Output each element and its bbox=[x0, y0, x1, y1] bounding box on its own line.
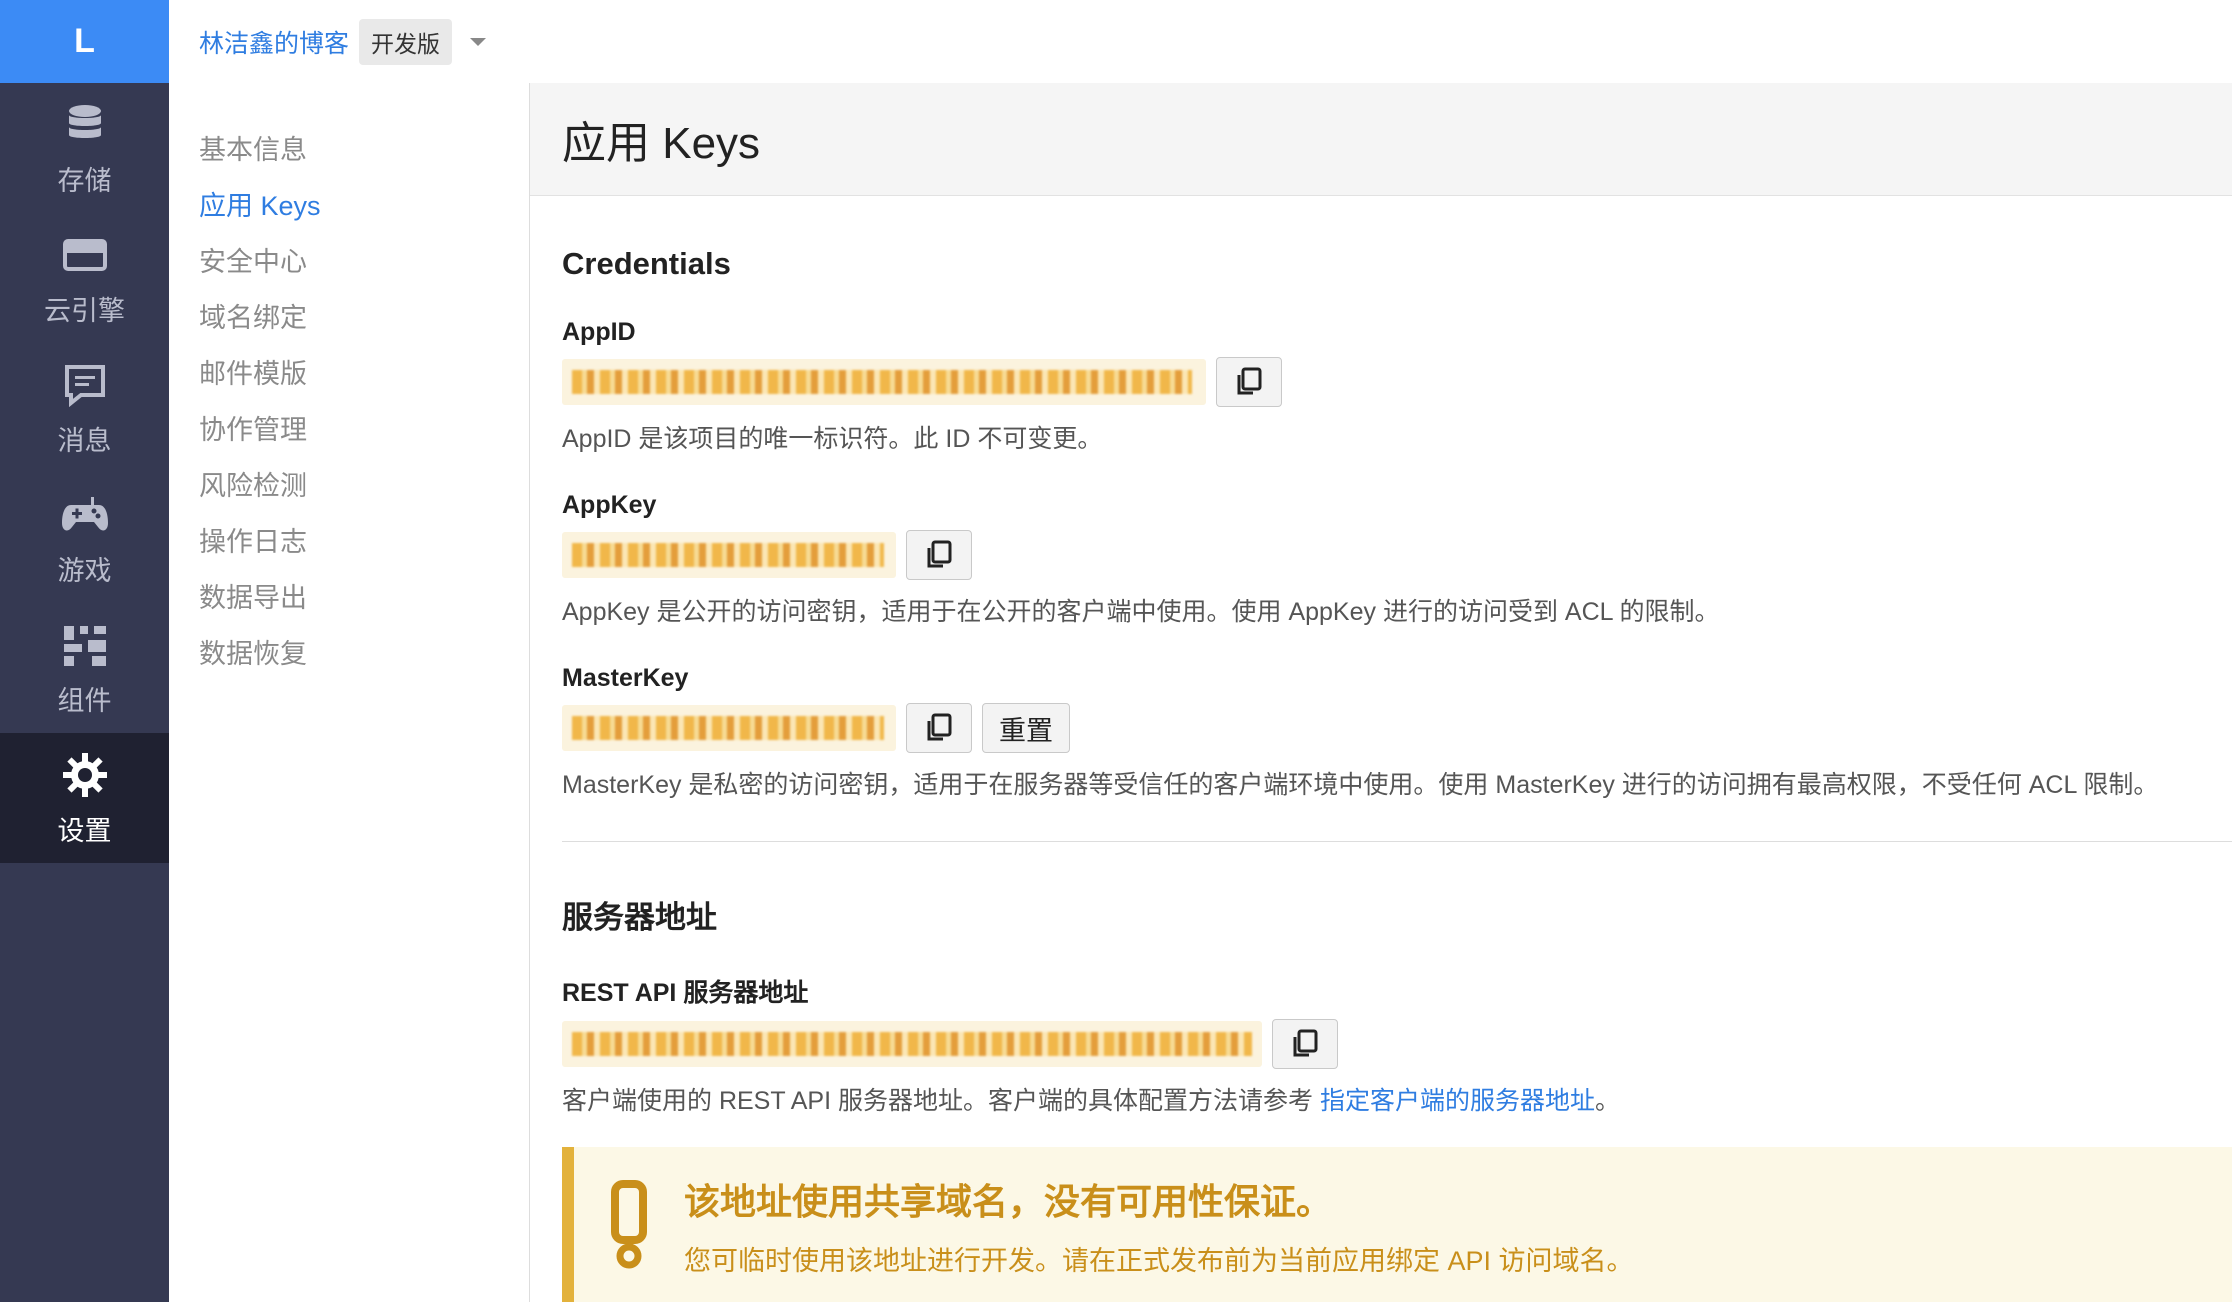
shared-domain-warning: 该地址使用共享域名，没有可用性保证。 您可临时使用该地址进行开发。请在正式发布前… bbox=[562, 1147, 2232, 1302]
rest-api-row bbox=[562, 1019, 2200, 1069]
appid-help: AppID 是该项目的唯一标识符。此 ID 不可变更。 bbox=[562, 425, 1103, 453]
rail-item-storage[interactable]: 存储 bbox=[0, 83, 169, 213]
chevron-down-icon[interactable] bbox=[470, 37, 487, 46]
rail-item-messages[interactable]: 消息 bbox=[0, 343, 169, 473]
database-icon bbox=[59, 99, 111, 151]
masterkey-label: MasterKey bbox=[562, 664, 689, 692]
masterkey-value-masked[interactable] bbox=[562, 705, 896, 751]
copy-icon bbox=[1237, 367, 1262, 395]
subnav-item-domain[interactable]: 域名绑定 bbox=[169, 287, 529, 343]
rest-api-help: 客户端使用的 REST API 服务器地址。客户端的具体配置方法请参考 指定客户… bbox=[562, 1081, 2200, 1117]
subnav-item-risk-detection[interactable]: 风险检测 bbox=[169, 455, 529, 511]
appid-label: AppID bbox=[562, 318, 636, 346]
appkey-row bbox=[562, 530, 2200, 580]
section-divider bbox=[562, 841, 2232, 842]
subnav-item-app-keys[interactable]: 应用 Keys bbox=[169, 175, 529, 231]
app-name-link[interactable]: 林洁鑫的博客 bbox=[199, 24, 349, 60]
warning-body: 该地址使用共享域名，没有可用性保证。 您可临时使用该地址进行开发。请在正式发布前… bbox=[684, 1173, 1634, 1278]
subnav-item-security[interactable]: 安全中心 bbox=[169, 231, 529, 287]
main-content: 应用 Keys Credentials AppID AppID 是该项目的唯一标… bbox=[529, 83, 2232, 1302]
credentials-section-title: Credentials bbox=[562, 246, 731, 281]
gear-icon bbox=[59, 749, 111, 801]
rest-api-help-link[interactable]: 指定客户端的服务器地址 bbox=[1320, 1087, 1595, 1115]
copy-appid-button[interactable] bbox=[1216, 357, 1282, 407]
env-badge: 开发版 bbox=[359, 18, 453, 65]
subnav-item-operation-log[interactable]: 操作日志 bbox=[169, 511, 529, 567]
app-logo[interactable]: L bbox=[0, 0, 169, 83]
rail-item-settings[interactable]: 设置 bbox=[0, 733, 169, 863]
app-rail: L 存储 云引擎 消息 游戏 组件 设置 bbox=[0, 0, 169, 1302]
page-header: 应用 Keys bbox=[530, 83, 2232, 196]
copy-rest-api-button[interactable] bbox=[1272, 1019, 1338, 1069]
keys-content: Credentials AppID AppID 是该项目的唯一标识符。此 ID … bbox=[530, 246, 2232, 1302]
copy-icon bbox=[927, 540, 952, 568]
rest-api-value-masked[interactable] bbox=[562, 1021, 1262, 1067]
gamepad-icon bbox=[59, 489, 111, 541]
exclamation-icon bbox=[574, 1180, 684, 1270]
copy-appkey-button[interactable] bbox=[906, 530, 972, 580]
copy-masterkey-button[interactable] bbox=[906, 703, 972, 753]
subnav-item-email-templates[interactable]: 邮件模版 bbox=[169, 343, 529, 399]
subnav-item-basic-info[interactable]: 基本信息 bbox=[169, 119, 529, 175]
rail-item-label: 设置 bbox=[57, 815, 112, 846]
appid-value-masked[interactable] bbox=[562, 359, 1206, 405]
rail-item-label: 云引擎 bbox=[44, 295, 125, 326]
settings-subnav: 基本信息 应用 Keys 安全中心 域名绑定 邮件模版 协作管理 风险检测 操作… bbox=[169, 83, 529, 1302]
server-icon bbox=[59, 229, 111, 281]
rest-api-help-text: 客户端使用的 REST API 服务器地址。客户端的具体配置方法请参考 bbox=[562, 1087, 1320, 1115]
warning-text: 您可临时使用该地址进行开发。请在正式发布前为当前应用绑定 API 访问域名。 bbox=[684, 1245, 1634, 1276]
subnav-item-data-restore[interactable]: 数据恢复 bbox=[169, 623, 529, 679]
page-title: 应用 Keys bbox=[562, 119, 761, 168]
masterkey-help: MasterKey 是私密的访问密钥，适用于在服务器等受信任的客户端环境中使用。… bbox=[562, 771, 2159, 799]
subnav-item-collaboration[interactable]: 协作管理 bbox=[169, 399, 529, 455]
appkey-value-masked[interactable] bbox=[562, 532, 896, 578]
top-bar: 林洁鑫的博客 开发版 bbox=[169, 0, 2232, 83]
server-section-title: 服务器地址 bbox=[562, 900, 717, 935]
copy-icon bbox=[927, 713, 952, 741]
rail-item-label: 组件 bbox=[57, 685, 112, 716]
rail-item-components[interactable]: 组件 bbox=[0, 603, 169, 733]
masterkey-row: 重置 bbox=[562, 703, 2200, 753]
rail-item-games[interactable]: 游戏 bbox=[0, 473, 169, 603]
components-icon bbox=[59, 619, 111, 671]
rail-item-label: 存储 bbox=[57, 165, 112, 196]
copy-icon bbox=[1293, 1029, 1318, 1057]
rest-api-help-suffix: 。 bbox=[1594, 1087, 1620, 1115]
reset-masterkey-button[interactable]: 重置 bbox=[982, 703, 1070, 753]
appkey-label: AppKey bbox=[562, 491, 657, 519]
subnav-item-data-export[interactable]: 数据导出 bbox=[169, 567, 529, 623]
appkey-help: AppKey 是公开的访问密钥，适用于在公开的客户端中使用。使用 AppKey … bbox=[562, 598, 1720, 626]
rail-item-label: 游戏 bbox=[57, 555, 112, 586]
rail-item-cloud-engine[interactable]: 云引擎 bbox=[0, 213, 169, 343]
message-icon bbox=[59, 359, 111, 411]
rail-item-label: 消息 bbox=[57, 425, 112, 456]
warning-title: 该地址使用共享域名，没有可用性保证。 bbox=[684, 1180, 1333, 1222]
appid-row bbox=[562, 357, 2200, 407]
rest-api-label: REST API 服务器地址 bbox=[562, 979, 809, 1007]
